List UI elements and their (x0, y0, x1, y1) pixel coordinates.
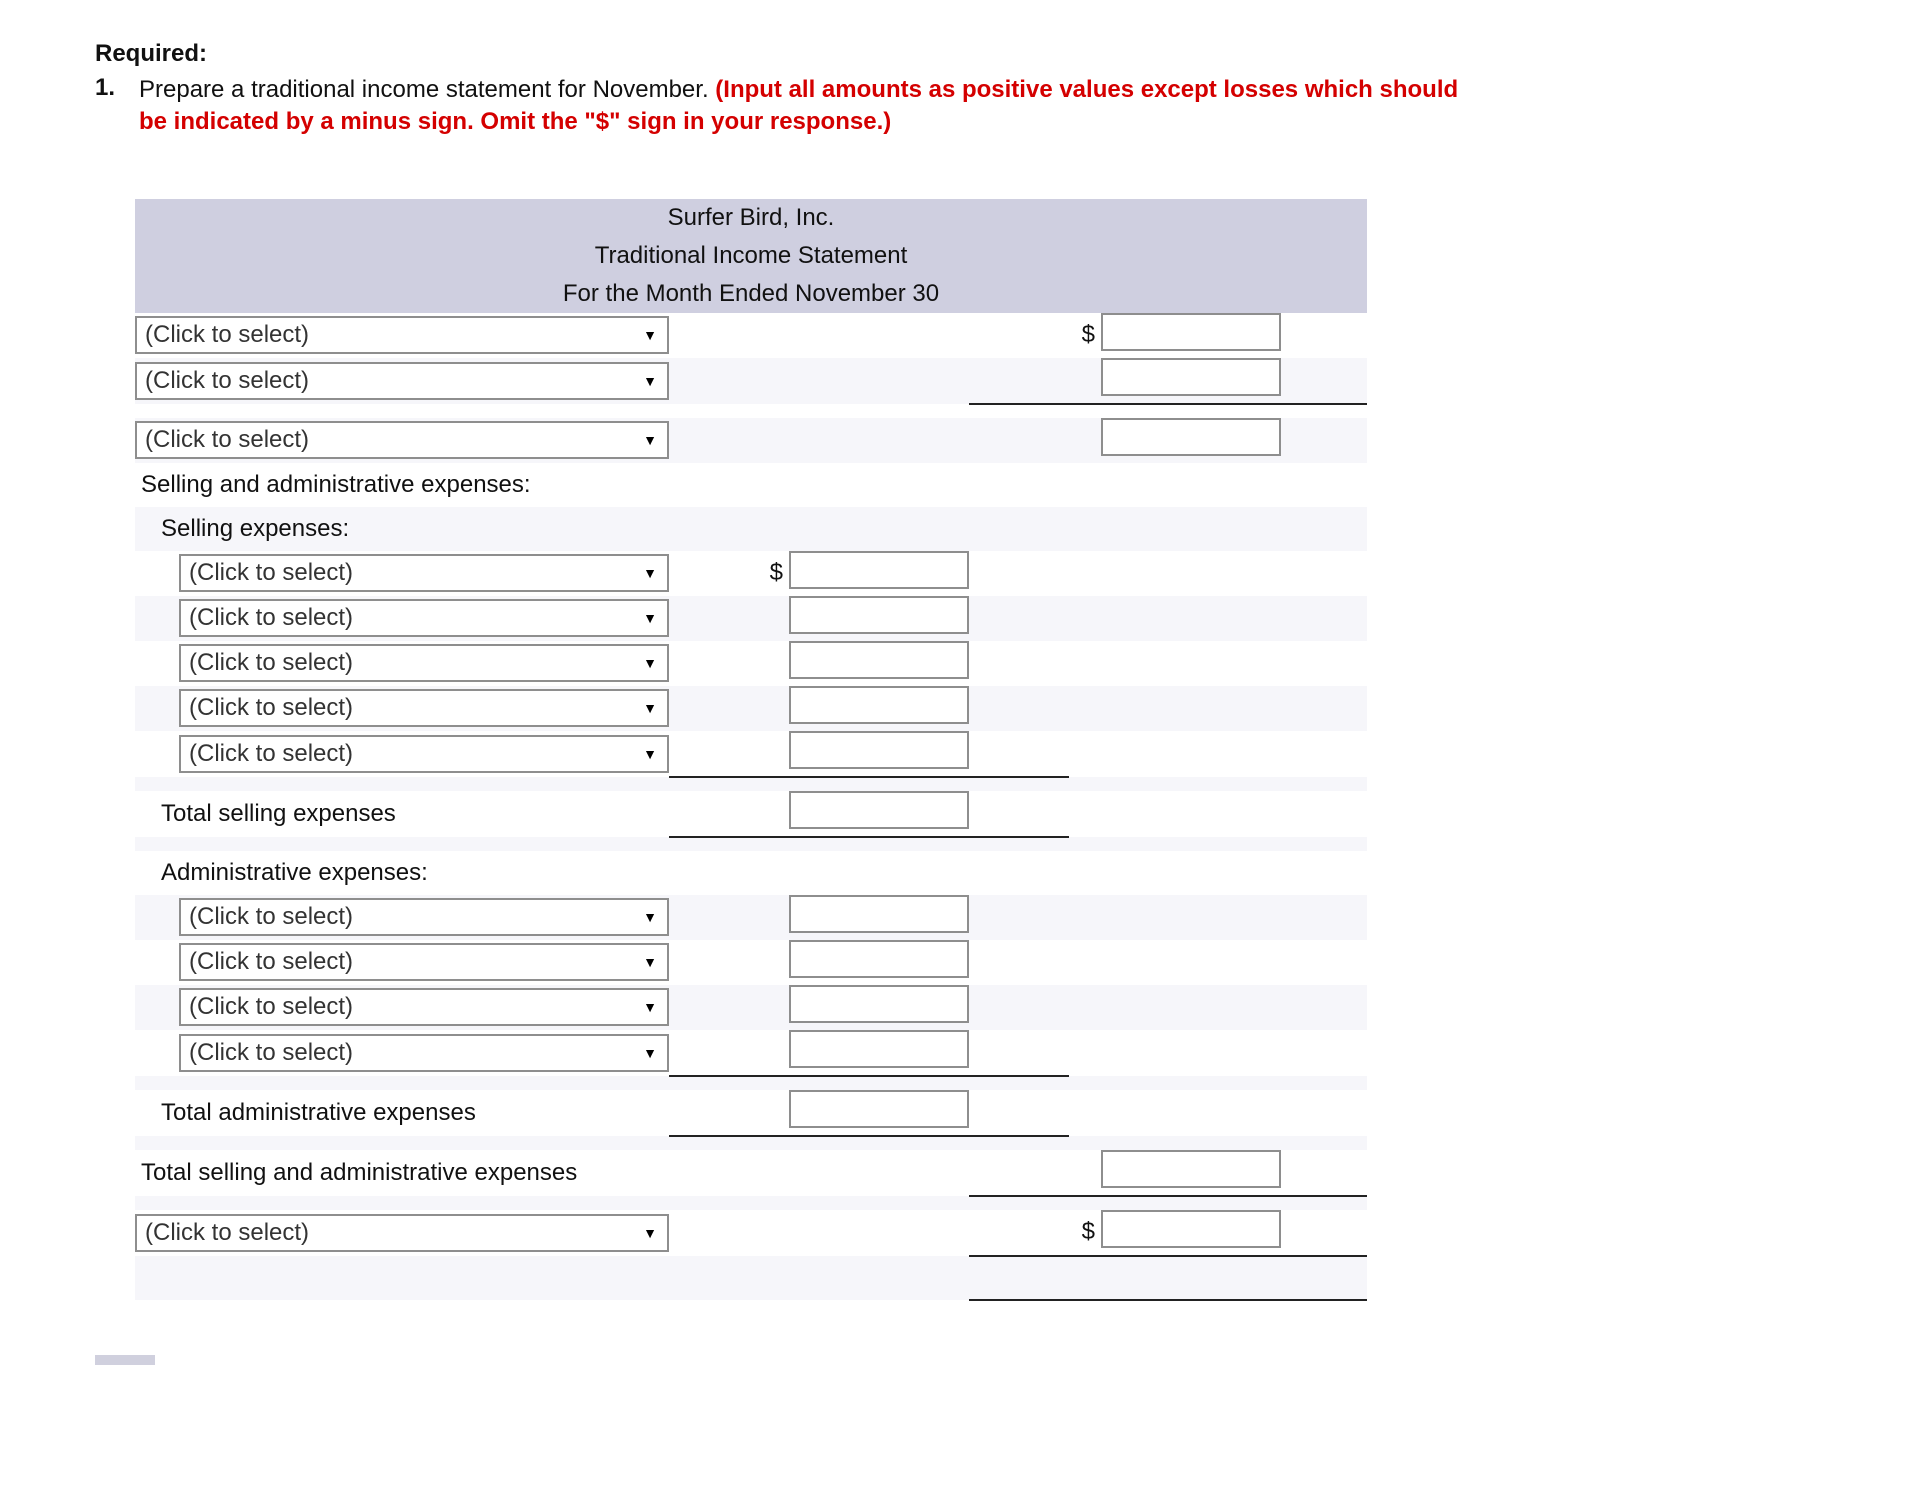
select-placeholder: (Click to select) (189, 948, 353, 976)
admin-input-4[interactable] (789, 1030, 969, 1068)
instructions-block: 1. Prepare a traditional income statemen… (95, 74, 1870, 139)
select-placeholder: (Click to select) (145, 321, 309, 349)
total-selling-input[interactable] (789, 791, 969, 829)
amount-input-r3[interactable] (1101, 418, 1281, 456)
selling-select-1[interactable]: (Click to select) ▼ (179, 554, 669, 592)
select-placeholder: (Click to select) (189, 903, 353, 931)
instruction-text: Prepare a traditional income statement f… (139, 74, 1489, 139)
admin-select-2[interactable]: (Click to select) ▼ (179, 943, 669, 981)
final-line-select[interactable]: (Click to select) ▼ (135, 1214, 669, 1252)
selling-input-3[interactable] (789, 641, 969, 679)
selling-select-5[interactable]: (Click to select) ▼ (179, 735, 669, 773)
step-number: 1. (95, 74, 125, 139)
amount-input-r1[interactable] (1101, 313, 1281, 351)
required-label: Required: (95, 40, 1870, 68)
dollar-symbol: $ (669, 551, 789, 596)
admin-select-1[interactable]: (Click to select) ▼ (179, 898, 669, 936)
chevron-down-icon: ▼ (643, 999, 657, 1015)
admin-input-3[interactable] (789, 985, 969, 1023)
company-name: Surfer Bird, Inc. (135, 199, 1367, 237)
line-select-3[interactable]: (Click to select) ▼ (135, 421, 669, 459)
selling-input-2[interactable] (789, 596, 969, 634)
select-placeholder: (Click to select) (145, 367, 309, 395)
selling-input-1[interactable] (789, 551, 969, 589)
admin-expenses-header: Administrative expenses: (155, 851, 1367, 895)
selling-select-4[interactable]: (Click to select) ▼ (179, 689, 669, 727)
line-select-1[interactable]: (Click to select) ▼ (135, 316, 669, 354)
line-select-2[interactable]: (Click to select) ▼ (135, 362, 669, 400)
footer-decoration (95, 1355, 155, 1365)
select-placeholder: (Click to select) (189, 559, 353, 587)
admin-select-4[interactable]: (Click to select) ▼ (179, 1034, 669, 1072)
total-selling-admin-input[interactable] (1101, 1150, 1281, 1188)
chevron-down-icon: ▼ (643, 909, 657, 925)
chevron-down-icon: ▼ (643, 373, 657, 389)
chevron-down-icon: ▼ (643, 954, 657, 970)
select-placeholder: (Click to select) (189, 993, 353, 1021)
chevron-down-icon: ▼ (643, 655, 657, 671)
dollar-symbol: $ (1069, 313, 1101, 358)
chevron-down-icon: ▼ (643, 432, 657, 448)
chevron-down-icon: ▼ (643, 327, 657, 343)
period-line: For the Month Ended November 30 (135, 275, 1367, 313)
instruction-plain: Prepare a traditional income statement f… (139, 76, 715, 103)
select-placeholder: (Click to select) (145, 426, 309, 454)
income-statement-table: Surfer Bird, Inc. Traditional Income Sta… (135, 199, 1367, 1301)
statement-title: Traditional Income Statement (135, 237, 1367, 275)
select-placeholder: (Click to select) (189, 740, 353, 768)
selling-select-3[interactable]: (Click to select) ▼ (179, 644, 669, 682)
final-amount-input[interactable] (1101, 1210, 1281, 1248)
chevron-down-icon: ▼ (643, 1045, 657, 1061)
selling-input-4[interactable] (789, 686, 969, 724)
total-selling-label: Total selling expenses (155, 791, 669, 837)
selling-input-5[interactable] (789, 731, 969, 769)
total-admin-input[interactable] (789, 1090, 969, 1128)
admin-select-3[interactable]: (Click to select) ▼ (179, 988, 669, 1026)
select-placeholder: (Click to select) (189, 649, 353, 677)
chevron-down-icon: ▼ (643, 610, 657, 626)
amount-input-r2[interactable] (1101, 358, 1281, 396)
select-placeholder: (Click to select) (189, 1039, 353, 1067)
selling-admin-header: Selling and administrative expenses: (135, 463, 1367, 507)
admin-input-1[interactable] (789, 895, 969, 933)
select-placeholder: (Click to select) (145, 1219, 309, 1247)
total-selling-admin-label: Total selling and administrative expense… (135, 1150, 969, 1196)
selling-expenses-header: Selling expenses: (155, 507, 1367, 551)
chevron-down-icon: ▼ (643, 1225, 657, 1241)
select-placeholder: (Click to select) (189, 604, 353, 632)
admin-input-2[interactable] (789, 940, 969, 978)
chevron-down-icon: ▼ (643, 746, 657, 762)
selling-select-2[interactable]: (Click to select) ▼ (179, 599, 669, 637)
total-admin-label: Total administrative expenses (155, 1090, 669, 1136)
chevron-down-icon: ▼ (643, 565, 657, 581)
dollar-symbol: $ (1069, 1210, 1101, 1256)
select-placeholder: (Click to select) (189, 694, 353, 722)
chevron-down-icon: ▼ (643, 700, 657, 716)
